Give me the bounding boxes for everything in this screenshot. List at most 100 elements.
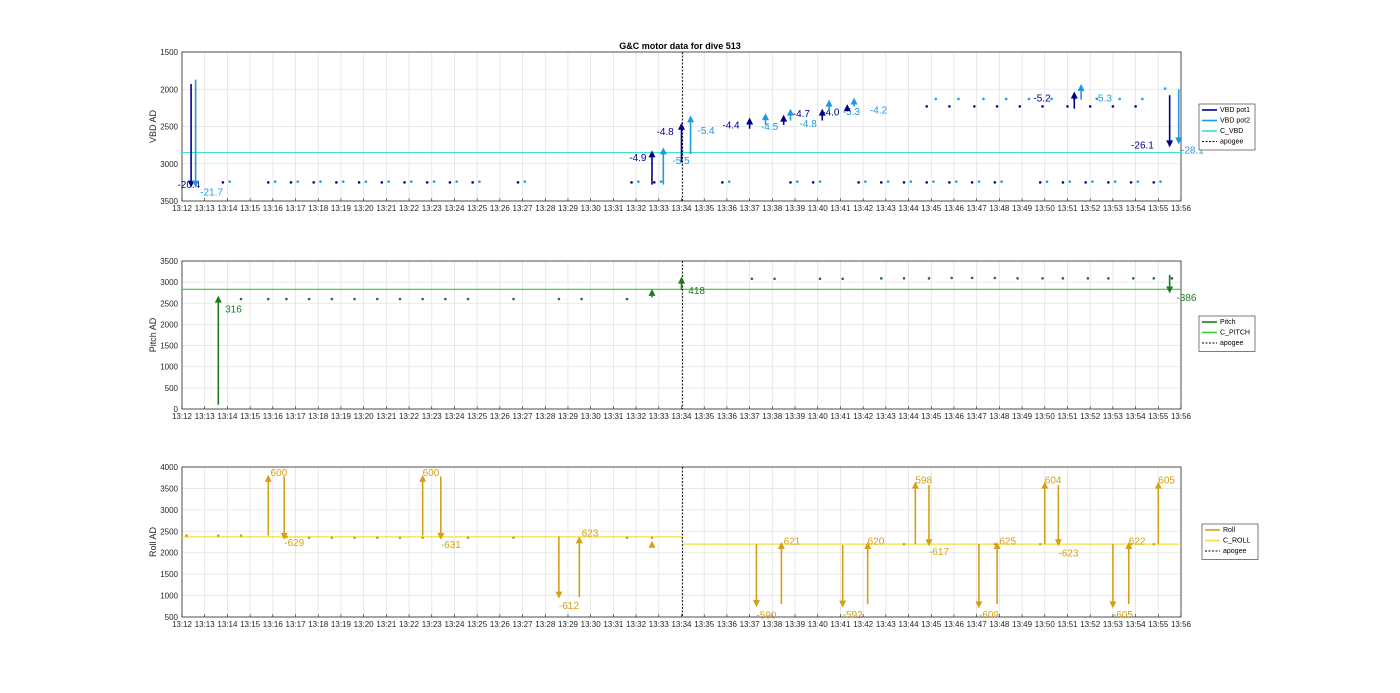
x-tick-label: 13:42 [853,620,874,629]
data-point [982,97,985,101]
arrow-value-label: 623 [582,529,599,540]
data-point [466,536,470,540]
legend-label: C_VBD [1220,128,1243,135]
x-tick-label: 13:31 [603,412,624,421]
x-tick-label: 13:49 [1012,620,1033,629]
x-tick-label: 13:22 [399,620,420,629]
data-point [239,534,243,537]
data-point [364,180,368,183]
x-tick-label: 13:24 [444,204,465,213]
data-point [957,97,960,101]
x-tick-label: 13:14 [217,620,238,629]
x-tick-label: 13:30 [581,412,602,421]
data-point [448,181,452,184]
data-point [948,105,951,108]
x-tick-label: 13:51 [1057,412,1078,421]
data-point [266,297,270,301]
x-tick-label: 13:51 [1057,620,1078,629]
x-tick-label: 13:41 [830,412,851,421]
x-tick-label: 13:47 [967,620,988,629]
x-tick-label: 13:50 [1035,620,1056,629]
x-tick-label: 13:23 [422,204,443,213]
x-tick-label: 13:27 [513,204,534,213]
data-point [727,180,731,183]
motor-arrow-head [659,147,667,155]
arrow-value-label: -612 [559,601,579,612]
data-point [886,180,890,183]
x-tick-label: 13:44 [899,204,920,213]
y-tick-label: 3000 [160,506,178,515]
legend-label: C_PITCH [1220,330,1250,337]
data-point [652,181,656,184]
data-point [630,181,633,184]
roll-legend: Roll C_ROLLapogee [1201,523,1259,560]
x-tick-label: 13:36 [717,412,738,421]
x-tick-label: 13:28 [535,412,556,421]
arrow-value-label: -4.0 [822,108,840,119]
x-tick-label: 13:29 [558,204,579,213]
x-tick-label: 13:54 [1126,620,1147,629]
x-tick-label: 13:34 [671,204,692,213]
arrow-value-label: 598 [915,475,932,486]
x-tick-label: 13:56 [1171,204,1192,213]
y-tick-label: 1000 [160,363,178,372]
x-tick-label: 13:22 [399,204,420,213]
x-tick-label: 13:34 [671,412,692,421]
x-tick-label: 13:35 [694,620,715,629]
arrow-value-label: -605 [1113,610,1133,621]
arrow-value-label: 604 [1045,475,1062,486]
data-point [970,181,974,184]
data-point [721,181,724,184]
data-point [970,276,974,280]
data-point [266,181,270,184]
x-tick-label: 13:48 [989,204,1010,213]
data-point [1113,180,1117,183]
panel-pitch: 13:12 13:13 13:14 13:15 13:16 13:17 13:18 13:19… [148,257,1256,421]
data-point [307,297,311,301]
arrow-value-label: -617 [929,547,949,558]
x-tick-label: 13:26 [490,204,511,213]
x-tick-label: 13:47 [967,204,988,213]
data-point [1107,277,1110,280]
x-tick-label: 13:38 [762,204,783,213]
arrow-value-label: -592 [843,610,863,621]
legend-label: VBD pot2 [1220,118,1250,125]
x-tick-label: 13:52 [1080,620,1101,629]
data-point [637,180,640,183]
x-tick-label: 13:36 [717,620,738,629]
data-point [1152,277,1156,280]
arrow-value-label: 622 [1129,537,1146,548]
data-point [185,534,188,537]
y-tick-label: 500 [165,613,179,622]
y-tick-label: 2500 [160,299,178,308]
x-tick-label: 13:21 [376,620,397,629]
x-tick-label: 13:13 [195,412,216,421]
x-tick-label: 13:33 [649,204,670,213]
data-point [425,181,429,184]
data-point [221,181,225,184]
x-tick-label: 13:26 [490,620,511,629]
x-tick-label: 13:30 [581,620,602,629]
motor-arrow-head [780,114,788,122]
motor-arrow-head [648,288,656,296]
x-tick-label: 13:40 [808,204,829,213]
arrow-value-label: 620 [868,537,885,548]
data-point [421,297,424,301]
x-tick-label: 13:17 [286,620,307,629]
y-tick-label: 2000 [160,549,178,558]
data-point [289,181,293,184]
data-point [421,536,424,540]
data-point [1152,181,1156,184]
data-point [387,180,390,183]
data-point [818,180,822,183]
data-point [954,180,958,183]
motor-arrow-head [746,117,754,125]
x-tick-label: 13:16 [263,204,284,213]
data-point [512,297,515,301]
data-point [625,536,629,540]
x-tick-label: 13:27 [513,620,534,629]
y-tick-label: 3500 [160,197,178,206]
data-point [239,297,243,301]
data-point [403,181,406,184]
x-tick-label: 13:25 [467,204,488,213]
